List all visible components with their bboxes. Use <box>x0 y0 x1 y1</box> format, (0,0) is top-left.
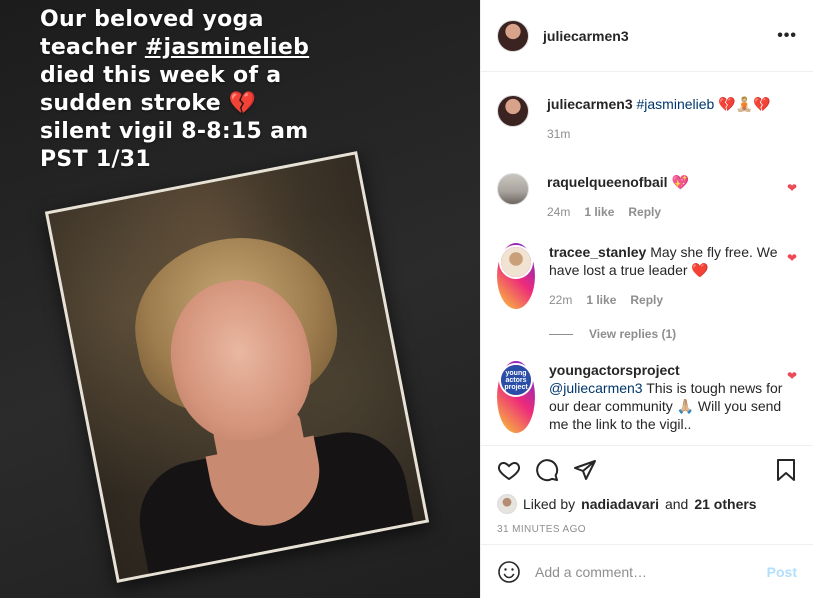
story-ring[interactable]: young actors project <box>497 361 535 433</box>
avatar[interactable] <box>497 173 529 205</box>
media-caption-line: PST 1/31 <box>40 147 151 172</box>
likes-others-link[interactable]: 21 others <box>694 496 756 512</box>
comment-username[interactable]: raquelqueenofbail <box>547 174 668 190</box>
more-dots-icon[interactable]: ••• <box>777 27 797 45</box>
comment-heart-icon[interactable]: ❤ <box>787 251 797 265</box>
avatar <box>501 247 531 277</box>
post-timestamp[interactable]: 31 MINUTES AGO <box>497 524 797 535</box>
likes-prefix: Liked by <box>523 496 576 512</box>
avatar[interactable] <box>497 494 517 514</box>
post-header: juliecarmen3 ••• <box>481 0 813 72</box>
reply-button[interactable]: Reply <box>628 203 661 221</box>
post-media[interactable]: Our beloved yoga teacher #jasminelieb di… <box>0 0 480 598</box>
post-caption: juliecarmen3 #jasminelieb 💔🧘🏼💔 31m <box>497 95 797 143</box>
likes-summary: Liked by nadiadavari and 21 others <box>497 494 797 514</box>
view-replies-label: View replies (1) <box>589 327 677 341</box>
comment-time: 24m <box>547 205 571 219</box>
header-username[interactable]: juliecarmen3 <box>543 28 629 44</box>
comment-likes[interactable]: 1 like <box>586 291 616 309</box>
media-caption-line: silent vigil 8-8:15 am <box>40 119 309 144</box>
post-button[interactable]: Post <box>767 564 797 580</box>
portrait-photo <box>44 151 430 583</box>
comment-heart-icon[interactable]: ❤ <box>787 369 797 383</box>
comment-username[interactable]: youngactorsproject <box>549 362 680 378</box>
comment-item: tracee_stanley May she fly free. We have… <box>497 243 797 309</box>
comment-mention[interactable]: @juliecarmen3 <box>549 380 643 396</box>
media-caption-line: Our beloved yoga <box>40 7 264 32</box>
comment-item: raquelqueenofbail 💖 24m 1 like Reply ❤ <box>497 173 797 221</box>
comment-likes[interactable]: 1 like <box>584 203 614 221</box>
likes-and: and <box>664 496 689 512</box>
add-comment-bar: Post <box>481 544 813 598</box>
caption-username[interactable]: juliecarmen3 <box>547 96 633 112</box>
media-caption-text: Our beloved yoga teacher #jasminelieb di… <box>40 6 460 174</box>
comment-icon[interactable] <box>535 458 559 482</box>
comment-time: 22m <box>549 293 573 307</box>
media-caption-line: sudden stroke 💔 <box>40 91 257 116</box>
media-caption-line: teacher #jasminelieb <box>40 34 460 62</box>
comment-input[interactable] <box>535 563 755 580</box>
media-caption-line: died this week of a <box>40 63 282 88</box>
post-actions: Liked by nadiadavari and 21 others 31 MI… <box>481 445 813 535</box>
comment-heart-icon[interactable]: ❤ <box>787 181 797 195</box>
comment-username[interactable]: tracee_stanley <box>549 244 646 260</box>
media-caption-fragment: teacher <box>40 35 145 60</box>
bookmark-icon[interactable] <box>775 458 797 482</box>
caption-time: 31m <box>547 127 571 141</box>
view-replies-button[interactable]: View replies (1) <box>549 327 797 341</box>
comments-list: juliecarmen3 #jasminelieb 💔🧘🏼💔 31m raque… <box>481 73 813 445</box>
avatar: young actors project <box>501 365 531 395</box>
comment-text: 💖 <box>671 174 689 190</box>
emoji-icon[interactable] <box>497 560 521 584</box>
liked-by-user[interactable]: nadiadavari <box>581 496 659 512</box>
story-ring[interactable] <box>497 243 535 309</box>
avatar[interactable] <box>497 95 529 127</box>
share-icon[interactable] <box>573 458 597 482</box>
comment-item: young actors project youngactorsproject … <box>497 361 797 433</box>
post-sidebar: juliecarmen3 ••• juliecarmen3 #jasmineli… <box>480 0 813 598</box>
media-hashtag: #jasminelieb <box>144 35 310 60</box>
like-heart-icon[interactable] <box>497 458 521 482</box>
reply-button[interactable]: Reply <box>630 291 663 309</box>
caption-hashtag[interactable]: #jasminelieb <box>637 96 715 112</box>
avatar[interactable] <box>497 19 529 52</box>
caption-text: 💔🧘🏼💔 <box>718 96 771 112</box>
